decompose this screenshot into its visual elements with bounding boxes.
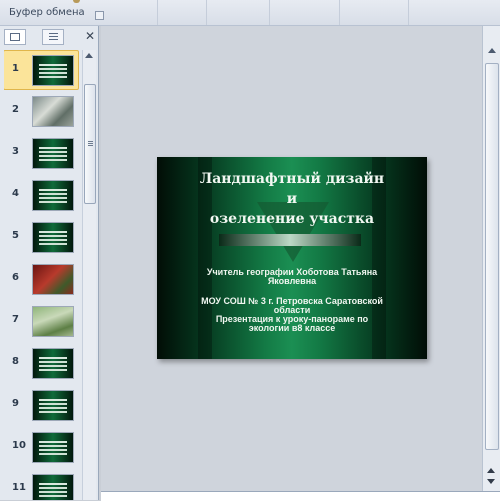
slide-thumbnail[interactable]: 3	[4, 134, 80, 172]
slide-number: 8	[12, 356, 19, 367]
slide-thumbnail[interactable]: 11	[4, 470, 80, 500]
slide-number: 4	[12, 188, 19, 199]
slide-thumbnail[interactable]: 6	[4, 260, 80, 298]
slide-title-line: Ландшафтный дизайн	[199, 171, 385, 187]
panel-scroll-thumb[interactable]	[84, 84, 96, 204]
slide-thumbnail-image	[32, 55, 74, 86]
slide-topic-line: экологии в8 классе	[248, 323, 336, 333]
slide-number: 1	[12, 63, 19, 74]
ribbon-group-arrange	[270, 0, 340, 25]
panel-scrollbar[interactable]	[82, 50, 96, 500]
previous-slide-button[interactable]	[484, 466, 498, 475]
scroll-up-icon[interactable]	[85, 53, 93, 58]
ribbon-group-drawing	[207, 0, 270, 25]
tab-outline[interactable]	[42, 29, 64, 45]
ribbon-group-styles	[340, 0, 409, 25]
slide-number: 7	[12, 314, 19, 325]
slide-thumbnail[interactable]: 10	[4, 428, 80, 466]
slide-number: 2	[12, 104, 19, 115]
scroll-up-icon[interactable]	[488, 48, 496, 53]
slide-decor-bar	[219, 234, 361, 246]
ribbon-group-label-clipboard: Буфер обмена	[9, 7, 85, 18]
slide-school[interactable]: МОУ СОШ № 3 г. Петровска Саратовской обл…	[197, 297, 387, 333]
slide-thumbnail-image	[32, 390, 74, 421]
slide-thumbnail-image	[32, 222, 74, 253]
paste-icon[interactable]	[73, 0, 80, 3]
slide-thumbnail[interactable]: 4	[4, 176, 80, 214]
tab-slides[interactable]	[4, 29, 26, 45]
slide-title-line: озеленение участка	[209, 211, 375, 227]
slide-number: 6	[12, 272, 19, 283]
close-icon[interactable]: ✕	[84, 28, 96, 44]
slide-title-line: и	[286, 191, 298, 207]
ribbon-group-font	[109, 0, 158, 25]
panel-tabs: ✕	[4, 28, 96, 45]
previous-slide-icon	[487, 468, 495, 473]
slide-editing-area: Ландшафтный дизайн и озеленение участка …	[101, 26, 482, 491]
ribbon: Буфер обмена	[0, 0, 500, 26]
slide-number: 11	[12, 482, 26, 493]
dialog-launcher-icon[interactable]	[95, 11, 104, 20]
outline-view-icon	[48, 33, 58, 41]
next-slide-button[interactable]	[484, 477, 498, 486]
slide-thumbnail[interactable]: 1	[4, 50, 79, 90]
slide-number: 5	[12, 230, 19, 241]
grip-icon	[88, 141, 93, 142]
slide-thumbnail[interactable]: 5	[4, 218, 80, 256]
slide-thumbnail-image	[32, 96, 74, 127]
slide-author-line: Яковлевна	[267, 276, 317, 286]
slide-thumbnail-image	[32, 432, 74, 463]
slide-thumbnail-image	[32, 348, 74, 379]
slides-panel: ✕ 1 2 3 4 5 6 7 8 9 10 11	[0, 26, 99, 500]
slide-thumbnail-image	[32, 306, 74, 337]
slide-thumbnail-image	[32, 264, 74, 295]
slide-thumbnail[interactable]: 2	[4, 92, 80, 130]
slide-thumbnail-image	[32, 180, 74, 211]
slide-thumbnail-image	[32, 474, 74, 500]
slide-number: 9	[12, 398, 19, 409]
slide-thumbnail[interactable]: 9	[4, 386, 80, 424]
next-slide-icon	[487, 479, 495, 484]
slide-number: 10	[12, 440, 26, 451]
main-scroll-thumb[interactable]	[485, 63, 499, 450]
main-scrollbar[interactable]	[482, 26, 500, 491]
current-slide[interactable]: Ландшафтный дизайн и озеленение участка …	[157, 157, 427, 359]
slide-thumbnail-list: 1 2 3 4 5 6 7 8 9 10 11	[4, 50, 80, 500]
slide-number: 3	[12, 146, 19, 157]
slide-thumbnail[interactable]: 7	[4, 302, 80, 340]
slide-author[interactable]: Учитель географии Хоботова Татьяна Яковл…	[197, 268, 387, 286]
ribbon-group-paragraph	[158, 0, 207, 25]
slide-thumbnail-image	[32, 138, 74, 169]
slides-view-icon	[10, 33, 20, 41]
slide-thumbnail[interactable]: 8	[4, 344, 80, 382]
slide-title[interactable]: Ландшафтный дизайн и озеленение участка	[177, 169, 407, 229]
